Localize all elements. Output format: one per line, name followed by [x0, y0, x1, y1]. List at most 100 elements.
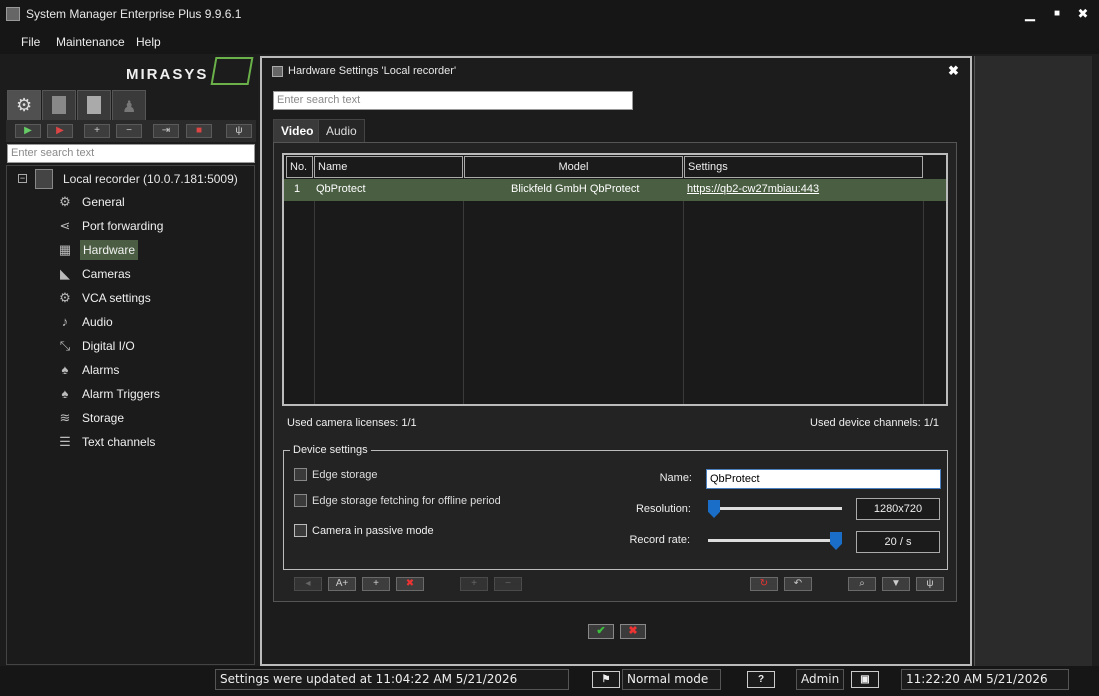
tree-collapse-toggle[interactable]: −	[18, 174, 27, 183]
edge-storage-checkbox[interactable]	[294, 468, 307, 481]
ok-button[interactable]: ✔	[588, 624, 614, 639]
chip-icon: ▦	[58, 242, 72, 257]
device-name-input[interactable]: QbProtect	[706, 469, 941, 489]
stop-icon[interactable]: ■	[186, 124, 212, 138]
filter-icon[interactable]: ▼	[882, 577, 910, 591]
tree-item-port-forwarding[interactable]: ⋖ Port forwarding	[54, 216, 244, 236]
record-rate-label: Record rate:	[629, 534, 690, 546]
add-icon[interactable]: +	[84, 124, 110, 138]
window-title: System Manager Enterprise Plus 9.9.6.1	[26, 7, 242, 21]
restore-icon[interactable]: ↶	[784, 577, 812, 591]
remove-server-icon[interactable]: ▶	[47, 124, 73, 138]
resolution-label: Resolution:	[635, 503, 691, 515]
menu-file[interactable]: File	[21, 35, 40, 49]
cell-no: 1	[294, 183, 301, 195]
cell-model: Blickfeld GmbH QbProtect	[511, 183, 640, 195]
edge-fetch-label: Edge storage fetching for offline period	[312, 495, 501, 507]
tree-item-audio[interactable]: ♪ Audio	[54, 312, 244, 332]
add-device-icon[interactable]: ◂	[294, 577, 322, 591]
dialog-search-input[interactable]: Enter search text	[273, 91, 633, 110]
tab-video[interactable]: Video	[273, 119, 322, 142]
tree-item-general[interactable]: ⚙ General	[54, 192, 244, 212]
status-clock: 11:22:20 AM 5/21/2026	[901, 669, 1069, 690]
bell-icon: ♠	[61, 362, 69, 377]
tree-item-storage[interactable]: ≋ Storage	[54, 408, 244, 428]
dialog-gear-icon	[272, 66, 283, 77]
tab-server-icon[interactable]	[42, 90, 76, 120]
logo-mark-icon	[210, 57, 254, 85]
text-list-icon: ☰	[59, 434, 71, 449]
vca-gear-icon: ⚙	[59, 290, 71, 305]
add-icon[interactable]: +	[362, 577, 390, 591]
delete-device-icon[interactable]: ✖	[396, 577, 424, 591]
resolution-slider-track[interactable]	[708, 507, 842, 510]
close-button[interactable]: ✖	[1073, 4, 1093, 24]
lock-icon[interactable]: ▣	[851, 671, 879, 688]
device-settings-title: Device settings	[290, 444, 371, 456]
remove-icon[interactable]: −	[116, 124, 142, 138]
tree-item-vca-settings[interactable]: ⚙ VCA settings	[54, 288, 244, 308]
digital-io-icon: ⤡	[59, 338, 71, 353]
tree-root-label[interactable]: Local recorder (10.0.7.181:5009)	[63, 172, 238, 186]
right-panel	[974, 56, 1092, 666]
used-camera-licenses: Used camera licenses: 1/1	[287, 417, 417, 429]
col-header-no[interactable]: No.	[286, 156, 313, 178]
connect-icon[interactable]: ⇥	[153, 124, 179, 138]
app-icon	[6, 7, 20, 21]
maximize-button[interactable]: ■	[1047, 4, 1067, 24]
wrench-icon[interactable]: ψ	[916, 577, 944, 591]
passive-mode-label: Camera in passive mode	[312, 525, 434, 537]
used-device-channels: Used device channels: 1/1	[810, 417, 940, 429]
cancel-button[interactable]: ✖	[620, 624, 646, 639]
left-search-input[interactable]: Enter search text	[7, 144, 255, 163]
resolution-value: 1280x720	[856, 498, 940, 520]
edge-storage-label: Edge storage	[312, 469, 378, 481]
tree-item-alarm-triggers[interactable]: ♠ Alarm Triggers	[54, 384, 244, 404]
storage-icon: ≋	[59, 410, 71, 425]
tab-audio[interactable]: Audio	[318, 119, 365, 142]
tab-clipboard-icon[interactable]	[77, 90, 111, 120]
col-header-settings[interactable]: Settings	[684, 156, 923, 178]
add-server-icon[interactable]: ▶	[15, 124, 41, 138]
add-channel-icon[interactable]: +	[460, 577, 488, 591]
tree-item-digital-io[interactable]: ⤡ Digital I/O	[54, 336, 244, 356]
dialog-title: Hardware Settings 'Local recorder'	[288, 65, 457, 77]
help-button[interactable]: ?	[747, 671, 775, 688]
col-header-model[interactable]: Model	[464, 156, 683, 178]
menu-help[interactable]: Help	[136, 35, 161, 49]
bell-plus-icon: ♠	[61, 386, 69, 401]
name-label: Name:	[659, 472, 692, 484]
tree-item-text-channels[interactable]: ☰ Text channels	[54, 432, 244, 452]
refresh-device-icon[interactable]: ↻	[750, 577, 778, 591]
camera-icon: ◣	[60, 266, 70, 281]
col-divider	[923, 201, 924, 404]
plug-icon[interactable]: ψ	[226, 124, 252, 138]
share-icon: ⋖	[59, 218, 71, 233]
menu-maintenance[interactable]: Maintenance	[56, 35, 125, 49]
remove-channel-icon[interactable]: −	[494, 577, 522, 591]
col-header-name[interactable]: Name	[314, 156, 463, 178]
menu-bar	[0, 28, 1099, 54]
col-divider	[683, 201, 684, 404]
cell-name: QbProtect	[316, 183, 366, 195]
tree-item-alarms[interactable]: ♠ Alarms	[54, 360, 244, 380]
dialog-close-button[interactable]: ✖	[948, 63, 959, 79]
tree-item-cameras[interactable]: ◣ Cameras	[54, 264, 244, 284]
tree-item-hardware[interactable]: ▦ Hardware	[54, 240, 244, 260]
minimize-button[interactable]: ▁	[1020, 4, 1040, 24]
record-rate-slider-track[interactable]	[708, 539, 842, 542]
auto-add-icon[interactable]: A+	[328, 577, 356, 591]
col-divider	[314, 201, 315, 404]
recorder-icon	[35, 169, 53, 189]
running-man-icon[interactable]: ⚑	[592, 671, 620, 688]
microphone-icon: ♪	[61, 314, 69, 329]
tab-settings-icon[interactable]: ⚙	[7, 90, 41, 120]
search-icon[interactable]: ⌕	[848, 577, 876, 591]
mirasys-logo: MIRASYS	[126, 66, 209, 83]
passive-mode-checkbox[interactable]	[294, 524, 307, 537]
edge-fetch-checkbox[interactable]	[294, 494, 307, 507]
status-mode: Normal mode	[622, 669, 721, 690]
tab-users-icon[interactable]: ♟	[112, 90, 146, 120]
col-divider	[463, 201, 464, 404]
cell-settings-link[interactable]: https://qb2-cw27mbiau:443	[687, 183, 819, 195]
